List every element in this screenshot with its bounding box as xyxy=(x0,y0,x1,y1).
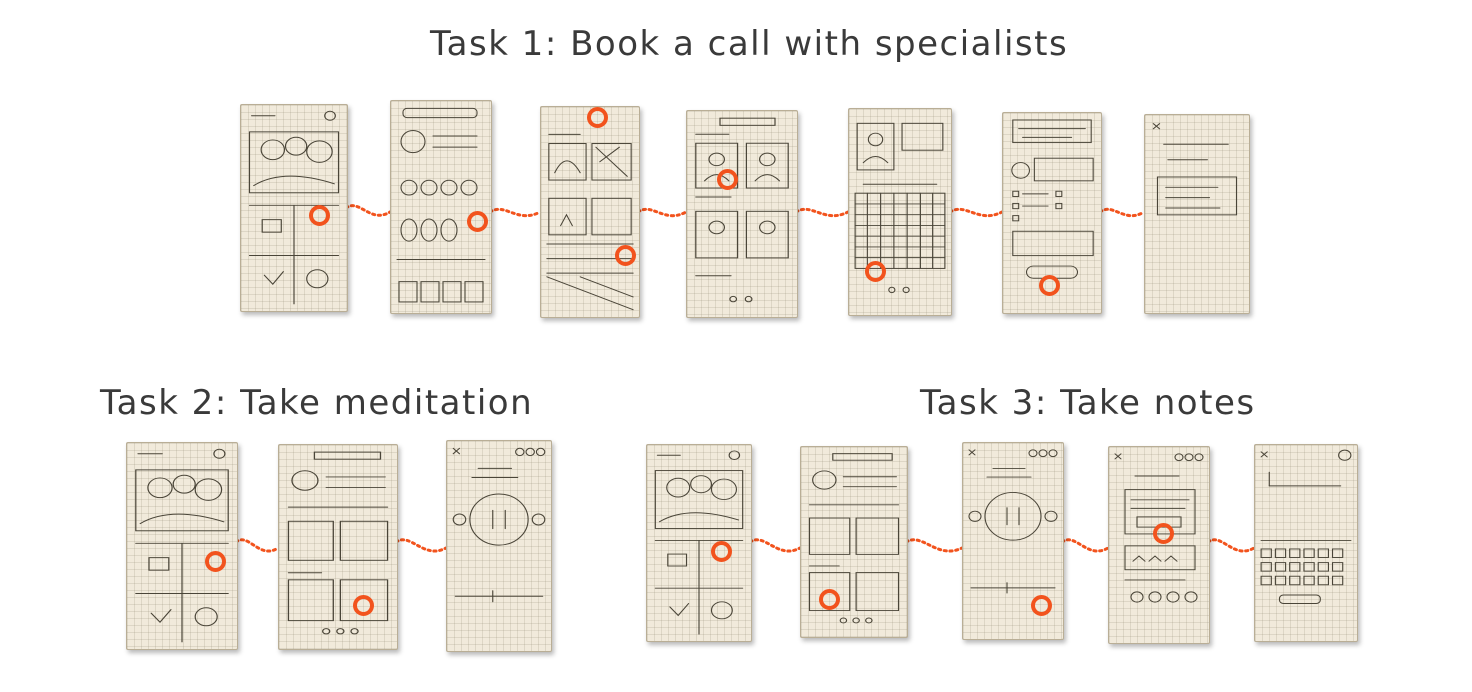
task-2-screen-3 xyxy=(446,440,552,652)
task-3-title: Task 3: Take notes xyxy=(920,383,1256,423)
task-3-screen-4 xyxy=(1108,446,1210,644)
tap-indicator-icon xyxy=(467,211,488,232)
flow-connector-icon xyxy=(396,538,446,553)
pencil-sketch xyxy=(396,107,486,303)
flow-connector-icon xyxy=(796,207,848,218)
tap-indicator-icon xyxy=(1031,595,1052,616)
task-3-screen-3 xyxy=(962,442,1064,640)
pencil-sketch xyxy=(1114,453,1204,603)
task-1-screen-7 xyxy=(1144,114,1250,314)
tap-indicator-icon xyxy=(1039,275,1060,296)
pencil-sketch xyxy=(695,117,789,303)
flow-connector-icon xyxy=(490,207,540,218)
pencil-sketch xyxy=(1260,449,1352,604)
task-1-screen-2 xyxy=(390,100,492,314)
pencil-sketch xyxy=(808,453,900,624)
pencil-sketch xyxy=(287,451,389,635)
flow-connector-icon xyxy=(638,207,686,218)
task-1-screen-6 xyxy=(1002,112,1102,314)
tap-indicator-icon xyxy=(819,589,840,610)
flow-connector-icon xyxy=(1100,207,1144,218)
flow-connector-icon xyxy=(1062,538,1108,553)
pencil-sketch xyxy=(135,448,229,643)
pencil-sketch xyxy=(654,450,744,635)
flow-connector-icon xyxy=(236,538,278,553)
flow-connector-icon xyxy=(1208,538,1254,553)
task-1-screen-5 xyxy=(848,108,952,316)
task-2-title: Task 2: Take meditation xyxy=(100,383,534,423)
task-3-screen-1 xyxy=(646,444,752,642)
tap-indicator-icon xyxy=(587,107,608,128)
tap-indicator-icon xyxy=(711,541,732,562)
pencil-sketch xyxy=(248,110,340,305)
tap-indicator-icon xyxy=(717,169,738,190)
task-1-title: Task 1: Book a call with specialists xyxy=(430,24,1069,64)
pencil-sketch xyxy=(854,122,946,294)
tap-indicator-icon xyxy=(865,261,886,282)
task-2-screen-2 xyxy=(278,444,398,650)
pencil-sketch xyxy=(1152,123,1238,216)
pencil-sketch xyxy=(452,447,546,603)
tap-indicator-icon xyxy=(1153,523,1174,544)
tap-indicator-icon xyxy=(615,245,636,266)
flow-connector-icon xyxy=(950,207,1002,218)
tap-indicator-icon xyxy=(353,595,374,616)
task-3-screen-2 xyxy=(800,446,908,638)
pencil-sketch xyxy=(546,133,634,311)
task-3-screen-5 xyxy=(1254,444,1358,642)
flow-connector-icon xyxy=(906,538,962,553)
flow-connector-icon xyxy=(750,538,800,553)
tap-indicator-icon xyxy=(205,551,226,572)
flow-connector-icon xyxy=(346,204,390,217)
task-1-screen-1 xyxy=(240,104,348,312)
task-2-screen-1 xyxy=(126,442,238,650)
tap-indicator-icon xyxy=(309,205,330,226)
task-1-screen-4 xyxy=(686,110,798,318)
task-1-screen-3 xyxy=(540,106,640,318)
